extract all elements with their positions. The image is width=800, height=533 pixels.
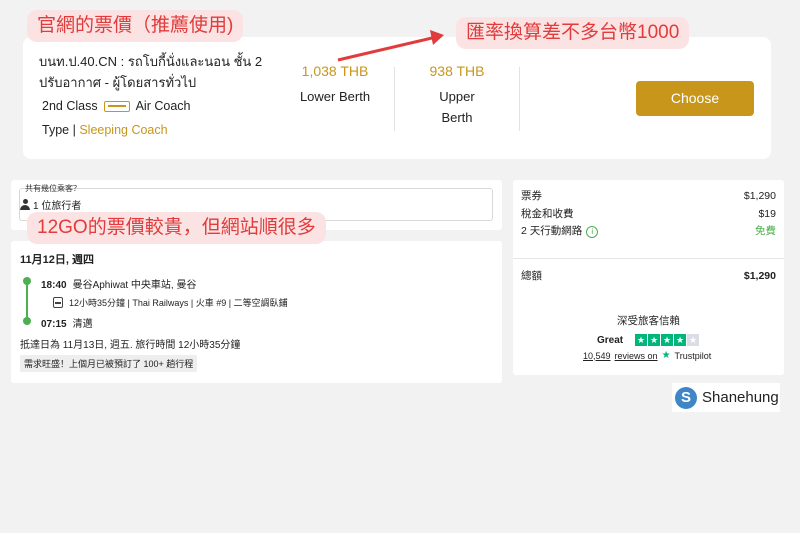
depart-time: 18:40 <box>41 280 67 291</box>
network-row: 2 天行動網路 i 免費 <box>521 223 776 238</box>
train-name: บนท.ป.40.CN : รถโบกี้นั่งและนอน ชั้น 2 ป… <box>39 54 263 90</box>
choose-button[interactable]: Choose <box>636 81 754 116</box>
type-label: Type <box>42 123 70 137</box>
train-option-card: บนท.ป.40.CN : รถโบกี้นั่งและนอน ชั้น 2 ป… <box>23 37 771 159</box>
lower-berth-option[interactable]: 1,038 THB Lower Berth <box>285 63 385 107</box>
price-summary-card: 票券 $1,290 稅金和收費 $19 2 天行動網路 i 免費 總額 $1,29… <box>513 180 784 375</box>
info-icon[interactable]: i <box>586 226 599 238</box>
ticket-value: $1,290 <box>743 189 776 202</box>
type-value: Sleeping Coach <box>79 123 168 137</box>
lower-berth-label: Lower Berth <box>299 89 371 104</box>
tax-label: 稅金和收費 <box>521 208 574 220</box>
brand-logo-icon: S <box>675 386 697 409</box>
arrive-station: 清邁 <box>72 319 93 330</box>
person-icon <box>20 199 30 210</box>
exchange-rate-note: 匯率換算差不多台幣1000 <box>456 17 690 49</box>
rating-word: Great <box>597 335 624 346</box>
trip-date: 11月12日, 週四 <box>20 254 94 266</box>
upper-berth-label-1: Upper <box>439 89 475 104</box>
journey-details: 12小時35分鐘 | Thai Railways | 火車 #9 | 二等空調臥… <box>53 296 288 309</box>
demand-badge: 需求旺盛！上個月已被預訂了 100+ 趟行程 <box>20 355 198 372</box>
timeline-line <box>26 281 28 321</box>
arrive-time: 07:15 <box>41 319 67 330</box>
class-label: 2nd Class <box>42 99 98 113</box>
lower-berth-price: 1,038 THB <box>301 63 369 79</box>
journey-details-text: 12小時35分鐘 | Thai Railways | 火車 #9 | 二等空調臥… <box>69 298 288 308</box>
network-label: 2 天行動網路 <box>521 225 583 237</box>
twelvego-note: 12GO的票價較貴，但網站順很多 <box>27 212 326 244</box>
upper-berth-price: 938 THB <box>429 63 485 79</box>
total-value: $1,290 <box>743 269 776 282</box>
divider <box>394 67 395 131</box>
star-icon: ★ <box>635 334 647 346</box>
star-icon: ★ <box>674 334 686 346</box>
upper-berth-label-2: Berth <box>441 110 473 125</box>
reviews-line[interactable]: 10,549 reviews on ★ Trustpilot <box>583 350 711 361</box>
divider <box>513 258 784 259</box>
total-label: 總額 <box>521 270 542 282</box>
official-price-note: 官網的票價（推薦使用) <box>27 10 244 42</box>
class-row: 2nd Class Air Coach <box>42 99 190 113</box>
trustpilot-label: Trustpilot <box>674 350 712 361</box>
network-value: 免費 <box>755 225 776 237</box>
type-row: Type | Sleeping Coach <box>42 123 168 137</box>
passenger-label: 共有幾位乘客？ <box>25 184 81 193</box>
star-icon: ★ <box>661 334 673 346</box>
trip-details-card: 11月12日, 週四 18:40 曼谷Aphiwat 中央車站, 曼谷 12小時3… <box>11 241 502 383</box>
coach-label: Air Coach <box>135 99 191 113</box>
ticket-label: 票券 <box>521 190 542 202</box>
ticket-row: 票券 $1,290 <box>521 188 776 203</box>
passenger-count: 1 位旅行者 <box>33 201 82 212</box>
upper-berth-option[interactable]: 938 THB Upper Berth <box>407 63 507 128</box>
star-icon: ★ <box>648 334 660 346</box>
trustpilot-star-icon: ★ <box>661 350 671 361</box>
depart-dot-icon <box>23 277 31 285</box>
total-row: 總額 $1,290 <box>521 268 776 283</box>
trust-title: 深受旅客信賴 <box>617 315 680 327</box>
arrival-summary: 抵達日為 11月13日, 週五. 旅行時間 12小時35分鐘 <box>20 340 241 351</box>
arrive-dot-icon <box>23 317 31 325</box>
tax-row: 稅金和收費 $19 <box>521 206 776 221</box>
arrival-stop: 07:15 清邁 <box>41 315 93 330</box>
reviews-text[interactable]: reviews on <box>615 351 658 361</box>
departure-stop: 18:40 曼谷Aphiwat 中央車站, 曼谷 <box>41 276 197 291</box>
passenger-value: 1 位旅行者 <box>20 197 81 212</box>
star-empty-icon: ★ <box>687 334 699 346</box>
depart-station: 曼谷Aphiwat 中央車站, 曼谷 <box>72 280 197 291</box>
rating-stars: ★ ★ ★ ★ ★ <box>635 334 699 346</box>
air-coach-icon <box>103 100 130 112</box>
train-icon <box>53 297 63 308</box>
tax-value: $19 <box>758 207 776 220</box>
brand-watermark: S Shanehung <box>672 383 780 412</box>
brand-name: Shanehung <box>702 389 779 406</box>
divider <box>519 67 520 131</box>
review-count[interactable]: 10,549 <box>583 351 611 361</box>
